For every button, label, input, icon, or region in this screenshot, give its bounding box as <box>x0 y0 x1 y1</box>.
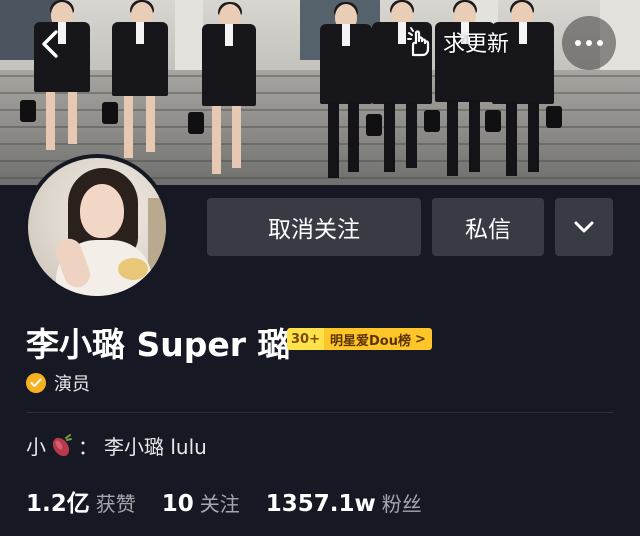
verification-label: 演员 <box>54 374 90 395</box>
chevron-down-icon <box>574 221 594 233</box>
hand-pointer-icon <box>406 27 430 57</box>
back-button[interactable] <box>30 24 70 64</box>
more-options-button[interactable] <box>562 16 616 70</box>
chevron-left-icon <box>42 30 58 58</box>
update-request-label: 求更新 <box>442 32 509 57</box>
crown-icon: ♛ <box>292 328 301 331</box>
profile-name: 李小璐 Super 璐 <box>26 325 291 364</box>
sweet-potato-icon <box>52 433 72 456</box>
profile-bio: 小 ： 李小璐 lulu <box>26 431 207 460</box>
verified-check-icon <box>26 373 46 393</box>
alias-prefix: 小 <box>26 435 46 459</box>
stats-row: 1.2亿 获赞 10 关注 1357.1w 粉丝 <box>26 484 448 518</box>
rank-number: ♛ 30+ <box>287 328 324 350</box>
rank-label: 明星爱Dou榜 > <box>323 328 432 350</box>
likes-count: 1.2亿 <box>26 491 90 517</box>
likes-label: 获赞 <box>95 492 136 516</box>
divider <box>26 412 614 413</box>
followers-label[interactable]: 粉丝 <box>382 488 422 517</box>
update-request-button[interactable]: 求更新 <box>388 20 524 64</box>
avatar[interactable] <box>24 154 170 300</box>
verification-row: 演员 <box>26 370 90 396</box>
unfollow-label: 取消关注 <box>268 217 360 243</box>
following-label[interactable]: 关注 <box>200 488 240 517</box>
alias-value: 李小璐 lulu <box>104 435 207 459</box>
message-label: 私信 <box>465 217 511 243</box>
following-count[interactable]: 10 <box>162 491 194 517</box>
unfollow-button[interactable]: 取消关注 <box>207 198 421 256</box>
message-button[interactable]: 私信 <box>432 198 544 256</box>
alias-separator: ： <box>78 435 98 459</box>
star-rank-badge[interactable]: ♛ 30+ 明星爱Dou榜 > <box>287 328 432 350</box>
followers-count[interactable]: 1357.1w <box>266 491 376 517</box>
chevron-right-icon: > <box>414 331 426 347</box>
more-dots-icon <box>575 40 581 46</box>
recommend-dropdown-button[interactable] <box>555 198 613 256</box>
